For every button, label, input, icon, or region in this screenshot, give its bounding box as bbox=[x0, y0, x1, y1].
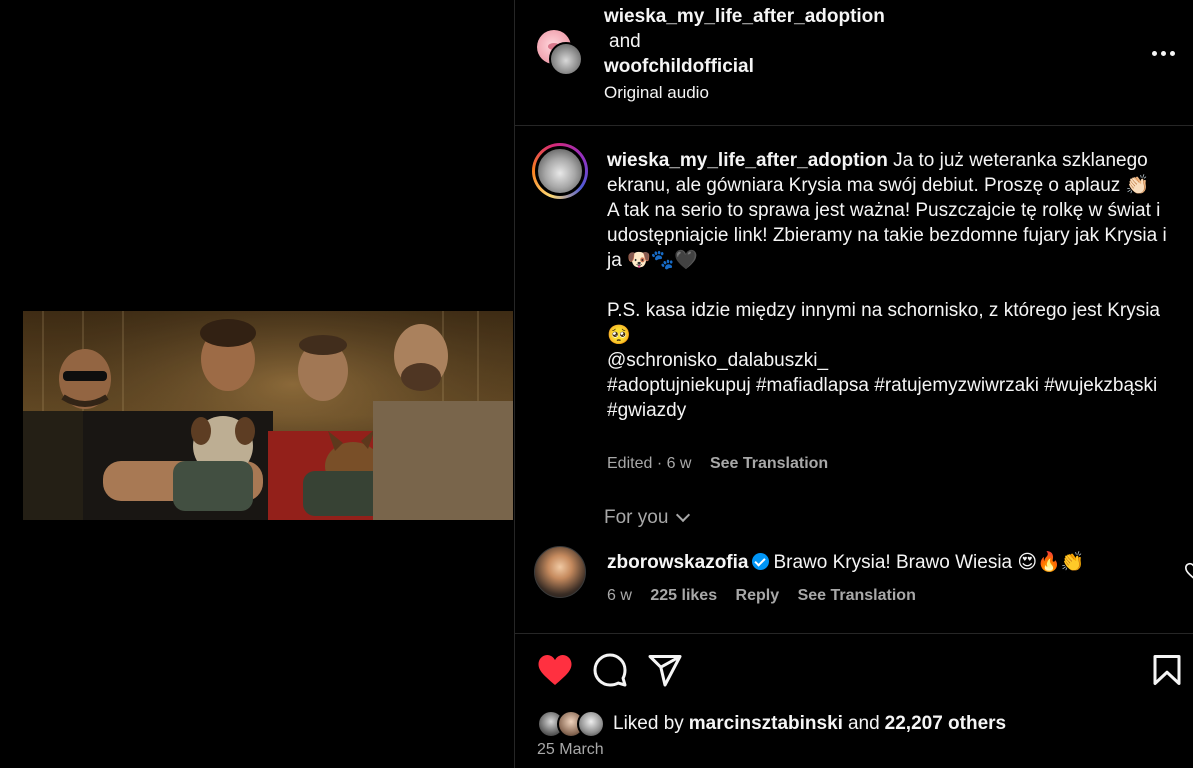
comment-text: zborowskazofia Brawo Krysia! Brawo Wiesia… bbox=[607, 550, 1167, 575]
caption-line-2: A tak na serio to sprawa jest ważna! Pus… bbox=[607, 200, 1167, 271]
comment-heart-icon[interactable] bbox=[1184, 562, 1193, 580]
save-bookmark-icon[interactable] bbox=[1149, 652, 1185, 688]
reel-video[interactable] bbox=[23, 311, 513, 520]
avatar-woofchild[interactable] bbox=[549, 42, 583, 76]
caption-avatar[interactable] bbox=[532, 143, 588, 199]
post-actions: Liked by marcinsztabinski and 22,207 oth… bbox=[515, 633, 1193, 768]
liked-by-row: Liked by marcinsztabinski and 22,207 oth… bbox=[537, 710, 1006, 738]
caption-time: Edited · 6 w bbox=[607, 455, 692, 472]
comment-icon[interactable] bbox=[592, 652, 628, 688]
caption-meta: Edited · 6 w See Translation bbox=[607, 455, 828, 473]
post-side-panel: wieska_my_life_after_adoption and woofch… bbox=[514, 0, 1193, 768]
caption-mention[interactable]: @schronisko_dalabuszki_ bbox=[607, 348, 1167, 373]
audio-label[interactable]: Original audio bbox=[604, 79, 885, 107]
liked-by-prefix: Liked by bbox=[613, 713, 684, 734]
liked-by-others[interactable]: 22,207 others bbox=[885, 713, 1006, 735]
video-still-image bbox=[23, 311, 513, 520]
verified-badge-icon bbox=[752, 553, 770, 570]
comment-avatar[interactable] bbox=[534, 546, 586, 598]
comment-time: 6 w bbox=[607, 587, 632, 604]
liked-by-user[interactable]: marcinsztabinski bbox=[689, 713, 843, 735]
instagram-post-view: wieska_my_life_after_adoption and woofch… bbox=[0, 0, 1193, 768]
comment-username[interactable]: zborowskazofia bbox=[607, 552, 748, 573]
liker-avatar bbox=[577, 710, 605, 738]
chevron-down-icon bbox=[676, 507, 691, 523]
comment-body: Brawo Krysia! Brawo Wiesia 😍🔥👏 bbox=[773, 552, 1085, 573]
for-you-label: For you bbox=[604, 507, 669, 528]
liked-by-and: and bbox=[847, 713, 880, 734]
caption-see-translation[interactable]: See Translation bbox=[710, 455, 828, 472]
post-date: 25 March bbox=[537, 741, 604, 758]
header-username-1[interactable]: wieska_my_life_after_adoption bbox=[604, 4, 885, 29]
header-username-2[interactable]: woofchildofficial bbox=[604, 54, 885, 79]
post-header: wieska_my_life_after_adoption and woofch… bbox=[515, 0, 1193, 126]
comment-see-translation[interactable]: See Translation bbox=[798, 587, 916, 604]
caption-line-3: P.S. kasa idzie między innymi na schorni… bbox=[607, 300, 1160, 346]
caption-username[interactable]: wieska_my_life_after_adoption bbox=[607, 150, 888, 171]
liked-by-avatars[interactable] bbox=[537, 710, 609, 738]
comment-likes[interactable]: 225 likes bbox=[650, 587, 717, 604]
more-options-icon[interactable] bbox=[1150, 40, 1176, 66]
header-and: and bbox=[609, 31, 641, 52]
collab-names: wieska_my_life_after_adoption and woofch… bbox=[604, 4, 885, 107]
caption-hashtags[interactable]: #adoptujniekupuj #mafiadlapsa #ratujemyz… bbox=[607, 373, 1167, 423]
media-pane bbox=[0, 0, 514, 768]
share-send-icon[interactable] bbox=[647, 652, 683, 688]
collab-avatars[interactable] bbox=[537, 30, 587, 80]
comment-meta: 6 w 225 likes Reply See Translation bbox=[607, 587, 930, 605]
like-heart-icon[interactable] bbox=[537, 652, 573, 688]
for-you-dropdown[interactable]: For you bbox=[604, 507, 691, 529]
comment-item: zborowskazofia Brawo Krysia! Brawo Wiesia… bbox=[534, 546, 1193, 616]
caption-body: wieska_my_life_after_adoption Ja to już … bbox=[607, 148, 1167, 423]
comment-reply-button[interactable]: Reply bbox=[736, 587, 780, 604]
